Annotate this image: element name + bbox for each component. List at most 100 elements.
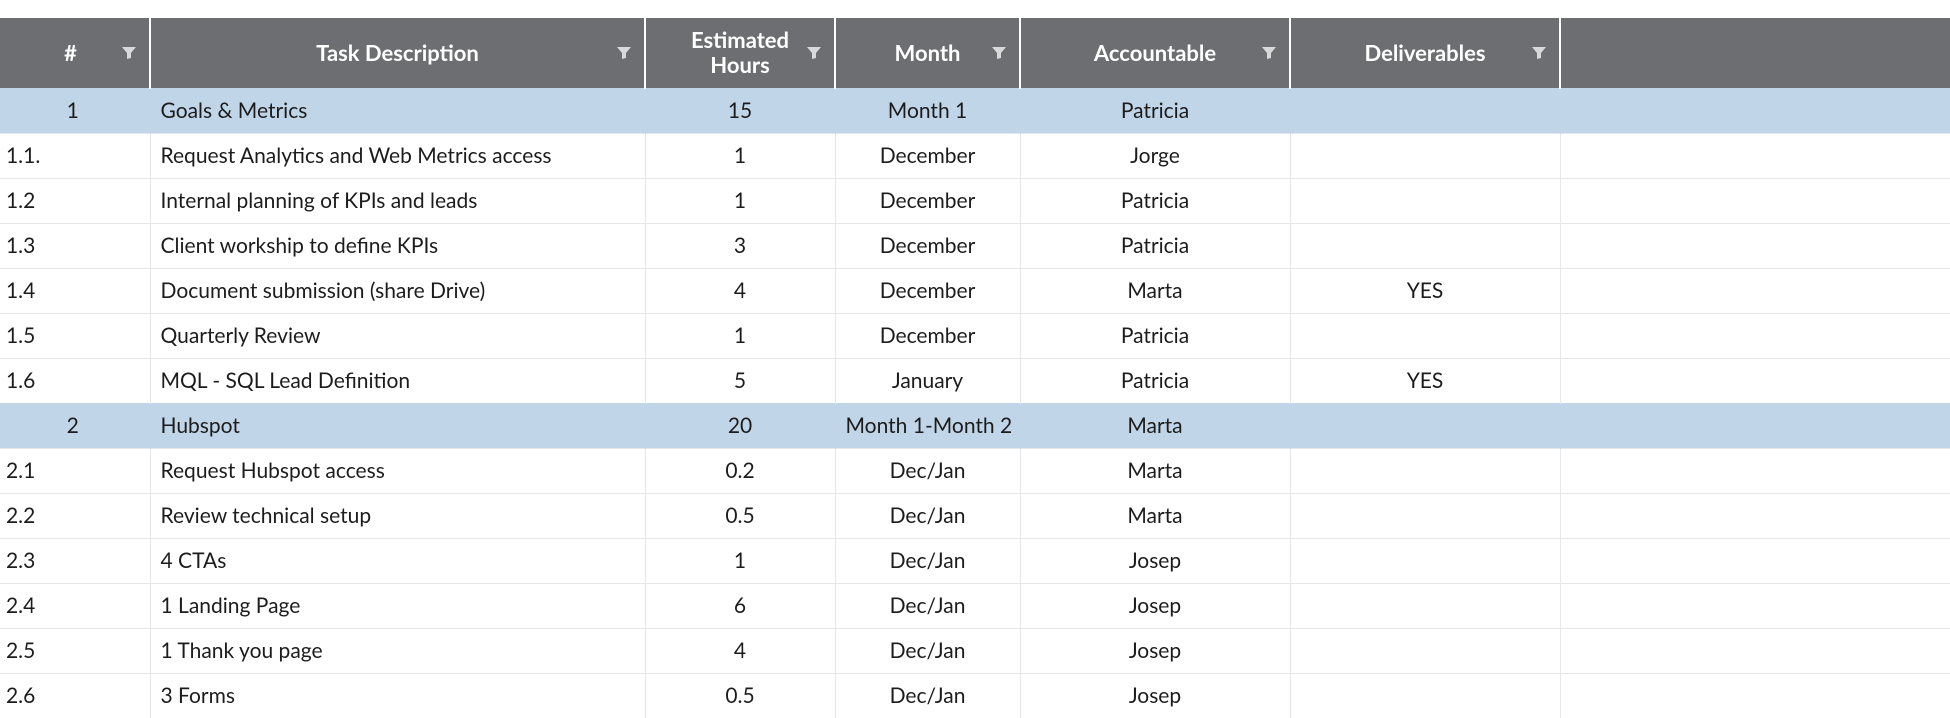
cell-deliverables[interactable] — [1290, 448, 1560, 493]
col-header-number[interactable]: # — [0, 18, 150, 88]
table-row[interactable]: 2.1Request Hubspot access0.2Dec/JanMarta — [0, 448, 1950, 493]
cell-number[interactable]: 2.3 — [0, 538, 150, 583]
cell-description[interactable]: 1 Landing Page — [150, 583, 645, 628]
cell-number[interactable]: 1.5 — [0, 313, 150, 358]
cell-accountable[interactable]: Patricia — [1020, 223, 1290, 268]
cell-number[interactable]: 1 — [0, 88, 150, 133]
filter-icon[interactable] — [616, 45, 632, 61]
cell-accountable[interactable]: Patricia — [1020, 313, 1290, 358]
table-row[interactable]: 2.2Review technical setup0.5Dec/JanMarta — [0, 493, 1950, 538]
cell-accountable[interactable]: Josep — [1020, 628, 1290, 673]
cell-number[interactable]: 2.2 — [0, 493, 150, 538]
cell-deliverables[interactable] — [1290, 583, 1560, 628]
cell-description[interactable]: 1 Thank you page — [150, 628, 645, 673]
cell-month[interactable]: December — [835, 178, 1020, 223]
cell-month[interactable]: Dec/Jan — [835, 493, 1020, 538]
cell-description[interactable]: Internal planning of KPIs and leads — [150, 178, 645, 223]
cell-description[interactable]: Request Analytics and Web Metrics access — [150, 133, 645, 178]
cell-month[interactable]: December — [835, 268, 1020, 313]
filter-icon[interactable] — [121, 45, 137, 61]
table-row[interactable]: 1.3Client workship to define KPIs3Decemb… — [0, 223, 1950, 268]
cell-accountable[interactable]: Marta — [1020, 268, 1290, 313]
filter-icon[interactable] — [991, 45, 1007, 61]
cell-deliverables[interactable] — [1290, 223, 1560, 268]
cell-accountable[interactable]: Jorge — [1020, 133, 1290, 178]
cell-deliverables[interactable] — [1290, 673, 1560, 718]
cell-number[interactable]: 1.6 — [0, 358, 150, 403]
cell-deliverables[interactable] — [1290, 493, 1560, 538]
cell-hours[interactable]: 1 — [645, 538, 835, 583]
cell-month[interactable]: January — [835, 358, 1020, 403]
cell-accountable[interactable]: Patricia — [1020, 88, 1290, 133]
table-row[interactable]: 1.2Internal planning of KPIs and leads1D… — [0, 178, 1950, 223]
cell-description[interactable]: Client workship to define KPIs — [150, 223, 645, 268]
col-header-hours[interactable]: EstimatedHours — [645, 18, 835, 88]
cell-deliverables[interactable] — [1290, 313, 1560, 358]
cell-hours[interactable]: 6 — [645, 583, 835, 628]
cell-hours[interactable]: 0.5 — [645, 673, 835, 718]
cell-month[interactable]: Month 1 — [835, 88, 1020, 133]
filter-icon[interactable] — [1531, 45, 1547, 61]
filter-icon[interactable] — [1261, 45, 1277, 61]
cell-deliverables[interactable] — [1290, 628, 1560, 673]
col-header-description[interactable]: Task Description — [150, 18, 645, 88]
table-row[interactable]: 2.41 Landing Page6Dec/JanJosep — [0, 583, 1950, 628]
cell-accountable[interactable]: Patricia — [1020, 178, 1290, 223]
cell-hours[interactable]: 15 — [645, 88, 835, 133]
col-header-deliverables[interactable]: Deliverables — [1290, 18, 1560, 88]
cell-deliverables[interactable] — [1290, 403, 1560, 448]
cell-hours[interactable]: 20 — [645, 403, 835, 448]
cell-deliverables[interactable] — [1290, 538, 1560, 583]
table-group-row[interactable]: 2Hubspot20Month 1-Month 2Marta — [0, 403, 1950, 448]
table-row[interactable]: 2.51 Thank you page4Dec/JanJosep — [0, 628, 1950, 673]
cell-description[interactable]: MQL - SQL Lead Definition — [150, 358, 645, 403]
cell-description[interactable]: 3 Forms — [150, 673, 645, 718]
cell-deliverables[interactable] — [1290, 178, 1560, 223]
cell-hours[interactable]: 0.2 — [645, 448, 835, 493]
cell-deliverables[interactable]: YES — [1290, 268, 1560, 313]
cell-hours[interactable]: 4 — [645, 268, 835, 313]
cell-number[interactable]: 2.4 — [0, 583, 150, 628]
cell-hours[interactable]: 0.5 — [645, 493, 835, 538]
table-row[interactable]: 1.1.Request Analytics and Web Metrics ac… — [0, 133, 1950, 178]
cell-number[interactable]: 1.1. — [0, 133, 150, 178]
cell-number[interactable]: 1.2 — [0, 178, 150, 223]
cell-accountable[interactable]: Josep — [1020, 538, 1290, 583]
cell-description[interactable]: Quarterly Review — [150, 313, 645, 358]
cell-deliverables[interactable] — [1290, 133, 1560, 178]
cell-deliverables[interactable]: YES — [1290, 358, 1560, 403]
cell-accountable[interactable]: Josep — [1020, 583, 1290, 628]
cell-number[interactable]: 2.5 — [0, 628, 150, 673]
cell-hours[interactable]: 1 — [645, 133, 835, 178]
cell-hours[interactable]: 1 — [645, 178, 835, 223]
cell-month[interactable]: December — [835, 223, 1020, 268]
table-row[interactable]: 2.34 CTAs1Dec/JanJosep — [0, 538, 1950, 583]
cell-accountable[interactable]: Marta — [1020, 448, 1290, 493]
table-group-row[interactable]: 1Goals & Metrics15Month 1Patricia — [0, 88, 1950, 133]
cell-hours[interactable]: 1 — [645, 313, 835, 358]
cell-deliverables[interactable] — [1290, 88, 1560, 133]
cell-month[interactable]: Dec/Jan — [835, 538, 1020, 583]
cell-accountable[interactable]: Josep — [1020, 673, 1290, 718]
cell-month[interactable]: Dec/Jan — [835, 583, 1020, 628]
cell-accountable[interactable]: Marta — [1020, 403, 1290, 448]
cell-description[interactable]: Document submission (share Drive) — [150, 268, 645, 313]
cell-number[interactable]: 1.4 — [0, 268, 150, 313]
cell-month[interactable]: Month 1-Month 2 — [835, 403, 1020, 448]
cell-number[interactable]: 2 — [0, 403, 150, 448]
table-row[interactable]: 1.5Quarterly Review1DecemberPatricia — [0, 313, 1950, 358]
cell-month[interactable]: Dec/Jan — [835, 673, 1020, 718]
cell-description[interactable]: Review technical setup — [150, 493, 645, 538]
table-row[interactable]: 1.6MQL - SQL Lead Definition5JanuaryPatr… — [0, 358, 1950, 403]
cell-month[interactable]: Dec/Jan — [835, 448, 1020, 493]
cell-description[interactable]: Goals & Metrics — [150, 88, 645, 133]
cell-number[interactable]: 2.6 — [0, 673, 150, 718]
cell-accountable[interactable]: Patricia — [1020, 358, 1290, 403]
col-header-accountable[interactable]: Accountable — [1020, 18, 1290, 88]
cell-month[interactable]: Dec/Jan — [835, 628, 1020, 673]
cell-month[interactable]: December — [835, 313, 1020, 358]
table-row[interactable]: 1.4Document submission (share Drive)4Dec… — [0, 268, 1950, 313]
cell-number[interactable]: 1.3 — [0, 223, 150, 268]
col-header-month[interactable]: Month — [835, 18, 1020, 88]
cell-description[interactable]: Request Hubspot access — [150, 448, 645, 493]
